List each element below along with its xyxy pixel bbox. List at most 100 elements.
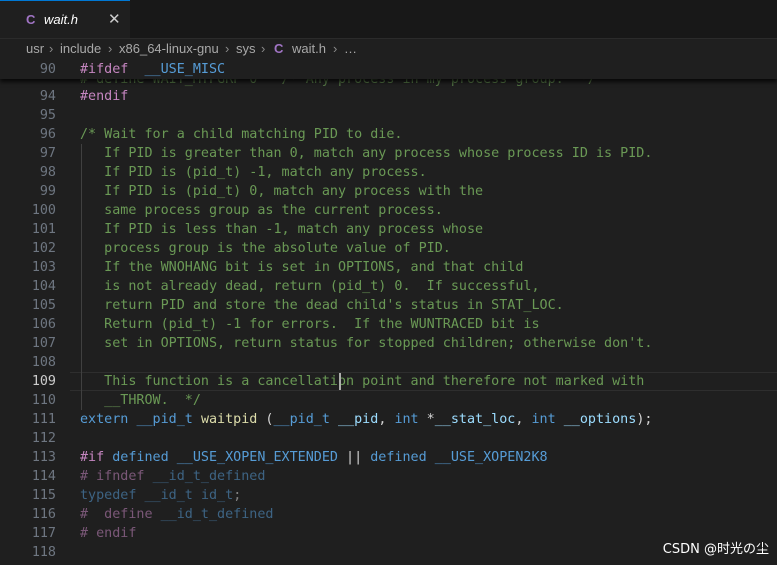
line-number: 90 <box>39 62 56 77</box>
line-number: 97 <box>39 146 56 161</box>
line-number: 100 <box>31 203 56 218</box>
code-token: __id_t_defined <box>160 507 274 522</box>
sticky-scroll-header[interactable]: 90 #ifdef __USE_MISC <box>0 60 777 79</box>
code-token: ( <box>257 412 274 427</box>
code-text: If PID is less than -1, match any proces… <box>80 222 483 237</box>
code-token: __USE_XOPEN_EXTENDED <box>176 450 338 465</box>
breadcrumb-item-include[interactable]: include <box>60 41 101 56</box>
code-token: If PID is (pid_t) 0, match any process w… <box>80 184 484 199</box>
line-number: 106 <box>31 317 56 332</box>
code-token: If PID is (pid_t) -1, match any process. <box>80 165 427 180</box>
sticky-code: #ifdef __USE_MISC <box>80 62 225 77</box>
code-token: Return (pid_t) -1 for errors. If the WUN… <box>80 317 540 332</box>
code-token: process group is the absolute value of P… <box>80 241 451 256</box>
code-token: typedef <box>80 488 137 503</box>
code-line[interactable]: 111 extern __pid_t waitpid (__pid_t __pid… <box>0 410 777 429</box>
code-line[interactable]: 105 return PID and store the dead child'… <box>0 296 777 315</box>
line-number: 113 <box>31 450 56 465</box>
code-line[interactable]: 100 same process group as the current pr… <box>0 201 777 220</box>
tab-label: wait.h <box>44 12 78 27</box>
code-text: # endif <box>80 526 136 541</box>
code-token: __id_t <box>144 488 193 503</box>
breadcrumb-more[interactable]: … <box>344 41 357 56</box>
code-line[interactable]: 101 If PID is less than -1, match any pr… <box>0 220 777 239</box>
code-text: If PID is greater than 0, match any proc… <box>80 146 652 161</box>
c-file-icon: C <box>274 41 284 56</box>
code-line[interactable]: 99 If PID is (pid_t) 0, match any proces… <box>0 182 777 201</box>
code-line[interactable]: 118 <box>0 543 777 562</box>
code-line[interactable]: 98 If PID is (pid_t) -1, match any proce… <box>0 163 777 182</box>
code-token: extern <box>80 412 129 427</box>
code-editor[interactable]: # define WAIT_MYPGRP 0 /* Any process in… <box>0 60 777 565</box>
code-line[interactable]: 95 <box>0 106 777 125</box>
code-text: # ifndef __id_t_defined <box>80 469 265 484</box>
code-token: int <box>531 412 556 427</box>
code-line[interactable]: 116 # define __id_t_defined <box>0 505 777 524</box>
code-line[interactable]: 117 # endif <box>0 524 777 543</box>
code-line[interactable]: 96 /* Wait for a child matching PID to di… <box>0 125 777 144</box>
line-number: 99 <box>39 184 56 199</box>
breadcrumb-item-file[interactable]: wait.h <box>292 41 326 56</box>
line-number: 118 <box>31 545 56 560</box>
line-number: 117 <box>31 526 56 541</box>
chevron-right-icon: › <box>49 41 54 56</box>
code-token: # define <box>80 507 153 522</box>
tab-wait-h[interactable]: C wait.h ✕ <box>0 0 130 38</box>
breadcrumb-item-arch[interactable]: x86_64-linux-gnu <box>119 41 219 56</box>
code-line[interactable]: 106 Return (pid_t) -1 for errors. If the… <box>0 315 777 334</box>
code-text: If PID is (pid_t) 0, match any process w… <box>80 184 483 199</box>
code-line[interactable]: 108 <box>0 353 777 372</box>
code-line[interactable]: 104 is not already dead, return (pid_t) … <box>0 277 777 296</box>
code-line[interactable]: 94 #endif <box>0 87 777 106</box>
code-text: #if defined __USE_XOPEN_EXTENDED || defi… <box>80 450 548 465</box>
chevron-right-icon: › <box>225 41 230 56</box>
code-token: __stat_loc <box>434 412 516 427</box>
indent-guide <box>81 144 82 410</box>
line-number: 98 <box>39 165 56 180</box>
line-number: 104 <box>31 279 56 294</box>
line-number: 111 <box>31 412 56 427</box>
line-number: 107 <box>31 336 56 351</box>
line-number: 105 <box>31 298 56 313</box>
line-number: 103 <box>31 260 56 275</box>
code-line[interactable]: 114 # ifndef __id_t_defined <box>0 467 777 486</box>
code-line[interactable]: 103 If the WNOHANG bit is set in OPTIONS… <box>0 258 777 277</box>
code-token: , <box>378 412 395 427</box>
code-line[interactable]: 110 __THROW. */ <box>0 391 777 410</box>
code-token: ); <box>636 412 653 427</box>
close-icon[interactable]: ✕ <box>108 10 121 28</box>
code-line[interactable]: 115 typedef __id_t id_t; <box>0 486 777 505</box>
code-line[interactable]: 97 If PID is greater than 0, match any p… <box>0 144 777 163</box>
breadcrumb-item-sys[interactable]: sys <box>236 41 256 56</box>
line-number: 114 <box>31 469 56 484</box>
code-token: set in OPTIONS, return status for stoppe… <box>80 336 653 351</box>
code-token: If the WNOHANG bit is set in OPTIONS, an… <box>80 260 524 275</box>
line-number: 115 <box>31 488 56 503</box>
code-line[interactable]: 107 set in OPTIONS, return status for st… <box>0 334 777 353</box>
code-token: __pid_t <box>136 412 193 427</box>
code-token: __pid_t <box>273 412 330 427</box>
code-token: # ifndef <box>80 469 145 484</box>
code-token: waitpid <box>200 412 258 427</box>
line-number: 109 <box>31 374 56 389</box>
code-line[interactable]: 112 <box>0 429 777 448</box>
code-line[interactable]: 113 #if defined __USE_XOPEN_EXTENDED || d… <box>0 448 777 467</box>
breadcrumb-item-usr[interactable]: usr <box>26 41 44 56</box>
line-number: 116 <box>31 507 56 522</box>
code-text: return PID and store the dead child's st… <box>80 298 564 313</box>
code-text: /* Wait for a child matching PID to die. <box>80 127 402 142</box>
line-number: 112 <box>31 431 56 446</box>
code-token: __THROW. */ <box>80 393 201 408</box>
code-text: set in OPTIONS, return status for stoppe… <box>80 336 652 351</box>
code-text: __THROW. */ <box>80 393 201 408</box>
code-line[interactable]: 102 process group is the absolute value … <box>0 239 777 258</box>
code-line[interactable]: 109 This function is a cancellation poin… <box>0 372 777 391</box>
